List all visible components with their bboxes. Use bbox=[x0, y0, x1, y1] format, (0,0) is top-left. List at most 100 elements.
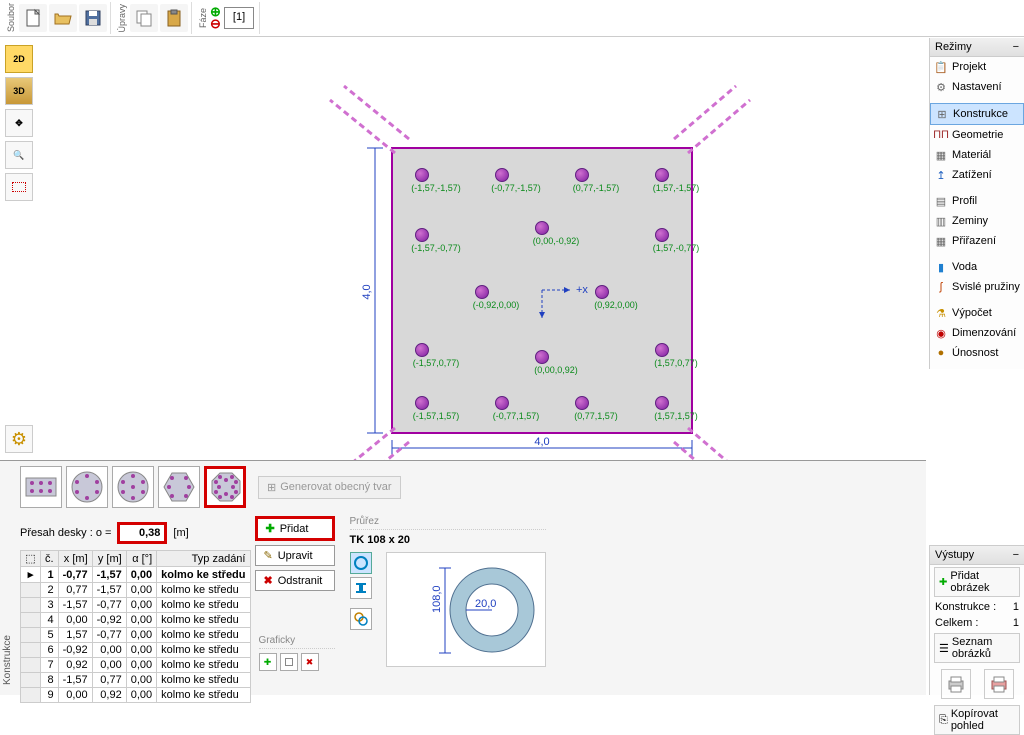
mode-item-projekt[interactable]: 📋Projekt bbox=[930, 57, 1024, 77]
mode-item-geometrie[interactable]: ΠΠGeometrie bbox=[930, 125, 1024, 145]
table-row[interactable]: 20,77-1,570,00kolmo ke středu bbox=[21, 583, 251, 598]
table-row[interactable]: 6-0,920,000,00kolmo ke středu bbox=[21, 643, 251, 658]
mode-item-zaten[interactable]: ↥Zatížení bbox=[930, 165, 1024, 185]
main-toolbar: Soubor Úpravy Fáze ⊕ ⊖ [1] bbox=[0, 0, 1024, 37]
pile-label: (1,57,-1,57) bbox=[653, 183, 700, 193]
section-ibeam-button[interactable] bbox=[350, 577, 372, 599]
pile-point[interactable] bbox=[415, 396, 429, 410]
section-double-button[interactable] bbox=[350, 608, 372, 630]
mode-item-nastaven[interactable]: ⚙Nastavení bbox=[930, 77, 1024, 97]
pile-point[interactable] bbox=[575, 396, 589, 410]
pile-label: (1,57,-0,77) bbox=[653, 243, 700, 253]
table-row[interactable]: ▸1-0,77-1,570,00kolmo ke středu bbox=[21, 567, 251, 583]
pile-label: (1,57,1,57) bbox=[654, 411, 698, 421]
mode-item-profil[interactable]: ▤Profil bbox=[930, 191, 1024, 211]
pile-table[interactable]: ⬚č.x [m]y [m]α [°]Typ zadání ▸1-0,77-1,5… bbox=[20, 550, 251, 703]
mode-item-nosnost[interactable]: ●Únosnost bbox=[930, 343, 1024, 363]
outputs-collapse-icon[interactable]: − bbox=[1013, 549, 1019, 561]
mode-item-materil[interactable]: ▦Materiál bbox=[930, 145, 1024, 165]
new-file-button[interactable] bbox=[19, 4, 47, 32]
shape-rect-button[interactable] bbox=[20, 466, 62, 508]
pile-point[interactable] bbox=[575, 168, 589, 182]
outputs-header: Výstupy bbox=[935, 549, 974, 561]
pile-point[interactable] bbox=[495, 168, 509, 182]
shape-circle2-button[interactable] bbox=[112, 466, 154, 508]
pile-point[interactable] bbox=[655, 396, 669, 410]
view-2d-button[interactable]: 2D bbox=[5, 45, 33, 73]
pile-point[interactable] bbox=[535, 221, 549, 235]
graf-btn-2[interactable] bbox=[280, 653, 298, 671]
mode-item-vpoet[interactable]: ⚗Výpočet bbox=[930, 303, 1024, 323]
table-row[interactable]: 51,57-0,770,00kolmo ke středu bbox=[21, 628, 251, 643]
konstrukce-count-value: 1 bbox=[1013, 601, 1019, 613]
table-row[interactable]: 40,00-0,920,00kolmo ke středu bbox=[21, 613, 251, 628]
pile-point[interactable] bbox=[415, 228, 429, 242]
mode-item-dimenzovn[interactable]: ◉Dimenzování bbox=[930, 323, 1024, 343]
pile-point[interactable] bbox=[415, 343, 429, 357]
copy-button[interactable] bbox=[130, 4, 158, 32]
table-row[interactable]: 3-1,57-0,770,00kolmo ke středu bbox=[21, 598, 251, 613]
celkem-count-label: Celkem : bbox=[935, 617, 978, 629]
modes-panel: Režimy − 📋Projekt⚙Nastavení ⊞KonstrukceΠΠG… bbox=[929, 38, 1024, 369]
table-row[interactable]: 90,000,920,00kolmo ke středu bbox=[21, 688, 251, 703]
pile-point[interactable] bbox=[475, 285, 489, 299]
modes-header: Režimy bbox=[935, 41, 972, 53]
graf-btn-3[interactable]: ✖ bbox=[301, 653, 319, 671]
open-file-button[interactable] bbox=[49, 4, 77, 32]
modes-collapse-icon[interactable]: − bbox=[1013, 41, 1019, 53]
drawing-canvas[interactable]: 4,0 4,0 +x (-1,57,-1,57)(-0,77,-1,57)(0,… bbox=[40, 40, 924, 460]
mode-item-zeminy[interactable]: ▥Zeminy bbox=[930, 211, 1024, 231]
copy-view-button[interactable]: ⎘Kopírovat pohled bbox=[934, 705, 1020, 735]
pile-label: (-1,57,-0,77) bbox=[411, 243, 461, 253]
paste-button[interactable] bbox=[160, 4, 188, 32]
mode-item-svislpruiny[interactable]: ʃSvislé pružiny bbox=[930, 277, 1024, 297]
mode-item-piazen[interactable]: ▦Přiřazení bbox=[930, 231, 1024, 251]
svg-text:4,0: 4,0 bbox=[361, 284, 373, 299]
svg-text:20,0: 20,0 bbox=[475, 598, 496, 610]
pile-point[interactable] bbox=[595, 285, 609, 299]
bottom-tab-label: Konstrukce bbox=[2, 635, 13, 685]
pile-point[interactable] bbox=[535, 350, 549, 364]
dim-h-label: 4,0 bbox=[534, 436, 549, 448]
pan-button[interactable]: ✥ bbox=[5, 109, 33, 137]
add-pile-button[interactable]: ✚Přidat bbox=[255, 516, 335, 541]
phase-tab-1[interactable]: [1] bbox=[224, 7, 254, 29]
shape-octagon-button[interactable] bbox=[204, 466, 246, 508]
pile-label: (-1,57,1,57) bbox=[413, 411, 460, 421]
shape-hexagon-button[interactable] bbox=[158, 466, 200, 508]
remove-pile-button[interactable]: ✖Odstranit bbox=[255, 570, 335, 591]
pile-point[interactable] bbox=[655, 343, 669, 357]
graficky-label: Graficky bbox=[259, 635, 335, 649]
section-header: Průřez bbox=[350, 516, 546, 530]
edit-pile-button[interactable]: ✎Upravit bbox=[255, 545, 335, 566]
zoom-button[interactable]: 🔍 bbox=[5, 141, 33, 169]
left-tool-strip: 2D 3D ✥ 🔍 bbox=[5, 45, 35, 201]
shape-circle-button[interactable] bbox=[66, 466, 108, 508]
overhang-input[interactable]: 0,38 bbox=[117, 522, 167, 544]
section-circle-button[interactable] bbox=[350, 552, 372, 574]
pile-label: (1,57,0,77) bbox=[654, 358, 698, 368]
group-label-faze: Fáze bbox=[196, 8, 210, 28]
pile-label: (-0,92,0,00) bbox=[473, 300, 520, 310]
graf-btn-1[interactable]: ✚ bbox=[259, 653, 277, 671]
pile-point[interactable] bbox=[415, 168, 429, 182]
table-row[interactable]: 70,920,000,00kolmo ke středu bbox=[21, 658, 251, 673]
svg-text:+x: +x bbox=[576, 284, 588, 296]
view-3d-button[interactable]: 3D bbox=[5, 77, 33, 105]
mode-item-voda[interactable]: ▮Voda bbox=[930, 257, 1024, 277]
pile-point[interactable] bbox=[655, 228, 669, 242]
pile-point[interactable] bbox=[655, 168, 669, 182]
konstrukce-count-label: Konstrukce : bbox=[935, 601, 996, 613]
phase-remove-icon[interactable]: ⊖ bbox=[210, 18, 221, 30]
mode-item-konstrukce[interactable]: ⊞Konstrukce bbox=[930, 103, 1024, 125]
add-image-button[interactable]: 🞦Přidat obrázek bbox=[934, 567, 1020, 597]
pile-point[interactable] bbox=[495, 396, 509, 410]
generate-shape-button[interactable]: ⊞Generovat obecný tvar bbox=[258, 476, 401, 499]
save-file-button[interactable] bbox=[79, 4, 107, 32]
image-list-button[interactable]: ☰Seznam obrázků bbox=[934, 633, 1020, 663]
outputs-panel: Výstupy − 🞦Přidat obrázek Konstrukce : 1 C… bbox=[929, 545, 1024, 695]
settings-gear-button[interactable]: ⚙ bbox=[5, 425, 33, 453]
pile-label: (0,77,1,57) bbox=[574, 411, 618, 421]
selection-button[interactable] bbox=[5, 173, 33, 201]
table-row[interactable]: 8-1,570,770,00kolmo ke středu bbox=[21, 673, 251, 688]
